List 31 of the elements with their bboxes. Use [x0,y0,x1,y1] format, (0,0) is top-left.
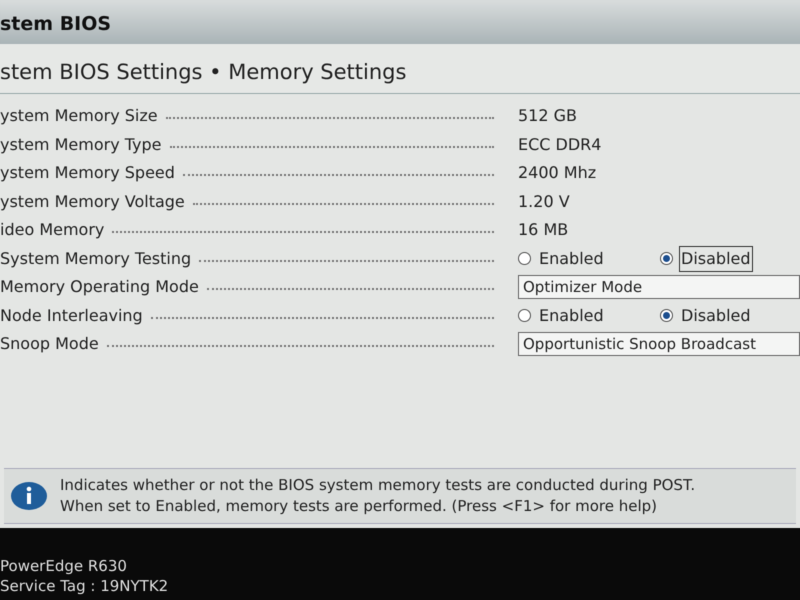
dropdown[interactable]: Opportunistic Snoop Broadcast [518,332,800,356]
breadcrumb: stem BIOS Settings • Memory Settings [0,58,406,86]
window-title: stem BIOS [0,15,112,34]
setting-label: Node Interleaving [0,304,143,327]
setting-label: Snoop Mode [0,333,99,356]
setting-label: Memory Operating Mode [0,276,199,298]
help-text: When set to Enabled, memory tests are performed. (Press <F1> for more help) [60,496,658,517]
setting-label: ystem Memory Size [0,105,158,128]
setting-label: ideo Memory [0,219,104,242]
radio-button[interactable] [660,309,673,322]
setting-value: 512 GB [518,105,577,128]
radio-label[interactable]: Enabled [537,302,606,329]
radio-button[interactable] [518,309,531,322]
setting-value: 1.20 V [518,190,570,213]
system-info: Service Tag : 19NYTK2 [0,576,170,596]
setting-label: ystem Memory Speed [0,162,175,184]
setting-value: 16 MB [518,219,568,242]
radio-label[interactable]: Disabled [679,246,753,272]
radio-label[interactable]: Enabled [537,246,606,272]
setting-label: System Memory Testing [0,248,192,270]
radio-button[interactable] [518,252,531,266]
radio-label[interactable]: Disabled [679,302,753,329]
dropdown[interactable]: Optimizer Mode [518,275,800,300]
setting-label: ystem Memory Voltage [0,190,185,213]
help-text: Indicates whether or not the BIOS system memory tests are conducted during POST. [60,475,696,496]
radio-button[interactable] [660,252,673,266]
setting-value: 2400 Mhz [518,162,596,184]
setting-label: ystem Memory Type [0,134,162,156]
setting-value: ECC DDR4 [518,134,602,156]
system-info: PowerEdge R630 [0,556,128,576]
info-icon [10,481,48,511]
